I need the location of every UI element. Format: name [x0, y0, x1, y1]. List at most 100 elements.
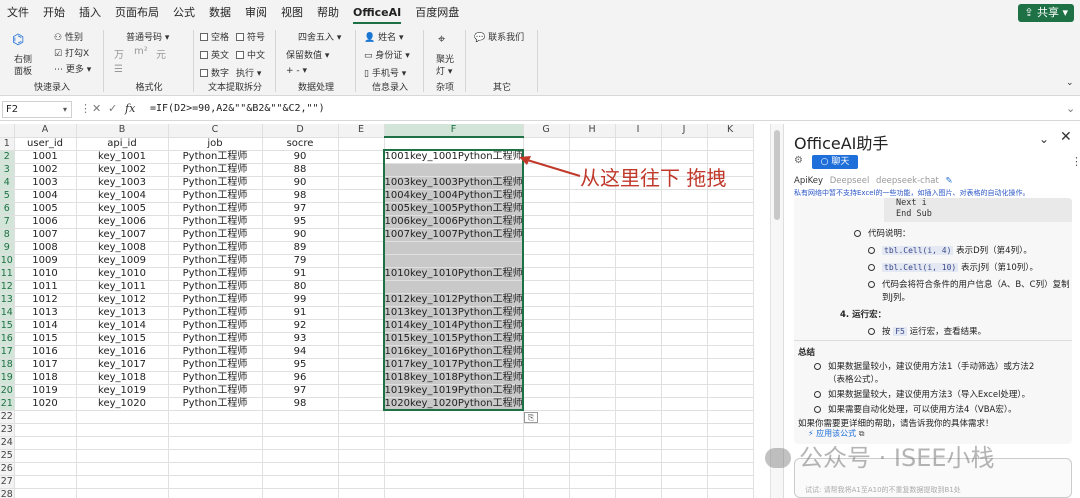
row-header[interactable]: 2: [0, 150, 15, 164]
cell[interactable]: [76, 436, 169, 450]
menu-item[interactable]: 页面布局: [108, 0, 166, 26]
cell[interactable]: [523, 449, 570, 463]
cell[interactable]: [661, 410, 708, 424]
cell[interactable]: [569, 345, 616, 359]
cell[interactable]: [707, 462, 754, 476]
cell[interactable]: [569, 462, 616, 476]
select-all-corner[interactable]: [0, 124, 15, 138]
cell[interactable]: [384, 410, 524, 424]
cell[interactable]: [661, 475, 708, 489]
cell[interactable]: [384, 137, 524, 151]
cell[interactable]: Python工程师: [168, 267, 263, 281]
menu-item[interactable]: 审阅: [238, 0, 274, 26]
cell[interactable]: [523, 371, 570, 385]
cell[interactable]: [615, 280, 662, 294]
cell[interactable]: 1002: [14, 163, 77, 177]
checkbox-symbol[interactable]: 符号: [236, 30, 265, 43]
column-header[interactable]: H: [569, 124, 616, 138]
cell[interactable]: [76, 475, 169, 489]
cell[interactable]: [707, 384, 754, 398]
row-header[interactable]: 19: [0, 371, 15, 385]
cell[interactable]: [707, 332, 754, 346]
cell[interactable]: [707, 488, 754, 498]
cell[interactable]: [14, 462, 77, 476]
cell[interactable]: [615, 423, 662, 437]
cell[interactable]: [338, 384, 385, 398]
cell[interactable]: [338, 202, 385, 216]
row-header[interactable]: 18: [0, 358, 15, 372]
cell[interactable]: 1005key_1005Python工程师: [384, 202, 524, 216]
cell[interactable]: [523, 189, 570, 203]
cell[interactable]: job: [168, 137, 263, 151]
cell[interactable]: [384, 436, 524, 450]
cell[interactable]: [523, 306, 570, 320]
menu-item[interactable]: 帮助: [310, 0, 346, 26]
cell[interactable]: [338, 397, 385, 411]
cell[interactable]: [338, 189, 385, 203]
row-header[interactable]: 17: [0, 345, 15, 359]
cell[interactable]: key_1014: [76, 319, 169, 333]
cell[interactable]: 1001: [14, 150, 77, 164]
cell[interactable]: [707, 280, 754, 294]
share-button[interactable]: ⇪ 共享 ▾: [1018, 4, 1074, 22]
cell[interactable]: Python工程师: [168, 163, 263, 177]
menu-item[interactable]: 开始: [36, 0, 72, 26]
cell[interactable]: [569, 436, 616, 450]
confirm-icon[interactable]: ✓: [108, 102, 117, 115]
row-header[interactable]: 6: [0, 202, 15, 216]
cell[interactable]: [523, 293, 570, 307]
menu-item[interactable]: 公式: [166, 0, 202, 26]
cell[interactable]: [338, 267, 385, 281]
cell[interactable]: [707, 267, 754, 281]
cell[interactable]: [661, 280, 708, 294]
cell[interactable]: [338, 137, 385, 151]
cell[interactable]: [615, 319, 662, 333]
cell[interactable]: [384, 462, 524, 476]
cell[interactable]: 1014: [14, 319, 77, 333]
cell[interactable]: [661, 345, 708, 359]
cell[interactable]: [707, 137, 754, 151]
cell[interactable]: [338, 449, 385, 463]
menu-item[interactable]: 百度网盘: [408, 0, 466, 26]
row-header[interactable]: 23: [0, 423, 15, 437]
cell[interactable]: Python工程师: [168, 371, 263, 385]
cell[interactable]: [707, 241, 754, 255]
cell[interactable]: 1003: [14, 176, 77, 190]
cell[interactable]: 96: [262, 371, 339, 385]
cell[interactable]: [523, 345, 570, 359]
cell[interactable]: Python工程师: [168, 241, 263, 255]
cell[interactable]: [338, 150, 385, 164]
more-button[interactable]: ⋯ 更多 ▾: [54, 62, 91, 75]
cell[interactable]: 1011: [14, 280, 77, 294]
cell[interactable]: [707, 475, 754, 489]
cell[interactable]: key_1012: [76, 293, 169, 307]
cell[interactable]: 1006: [14, 215, 77, 229]
cell[interactable]: [338, 241, 385, 255]
cell[interactable]: 1004key_1004Python工程师: [384, 189, 524, 203]
cell[interactable]: [707, 423, 754, 437]
cell[interactable]: [707, 345, 754, 359]
cell[interactable]: api_id: [76, 137, 169, 151]
cell[interactable]: [384, 280, 524, 294]
cell[interactable]: Python工程师: [168, 176, 263, 190]
cell[interactable]: key_1003: [76, 176, 169, 190]
cell[interactable]: [168, 475, 263, 489]
row-header[interactable]: 27: [0, 475, 15, 489]
cell[interactable]: 1007: [14, 228, 77, 242]
menu-item[interactable]: 视图: [274, 0, 310, 26]
cell[interactable]: [14, 449, 77, 463]
cell[interactable]: [76, 488, 169, 498]
cell[interactable]: [384, 254, 524, 268]
cell[interactable]: [569, 397, 616, 411]
cell[interactable]: 79: [262, 254, 339, 268]
name-dropdown[interactable]: 👤 姓名 ▾: [364, 30, 403, 43]
cell[interactable]: [615, 410, 662, 424]
cell[interactable]: [76, 462, 169, 476]
cell[interactable]: [338, 215, 385, 229]
execute-dropdown[interactable]: 执行 ▾: [236, 66, 261, 79]
copy-icon[interactable]: ⧉: [859, 429, 865, 438]
number-format-dropdown[interactable]: 普通号码 ▾: [126, 30, 169, 43]
cell[interactable]: 1020key_1020Python工程师: [384, 397, 524, 411]
cell[interactable]: [661, 358, 708, 372]
column-header[interactable]: A: [14, 124, 77, 138]
